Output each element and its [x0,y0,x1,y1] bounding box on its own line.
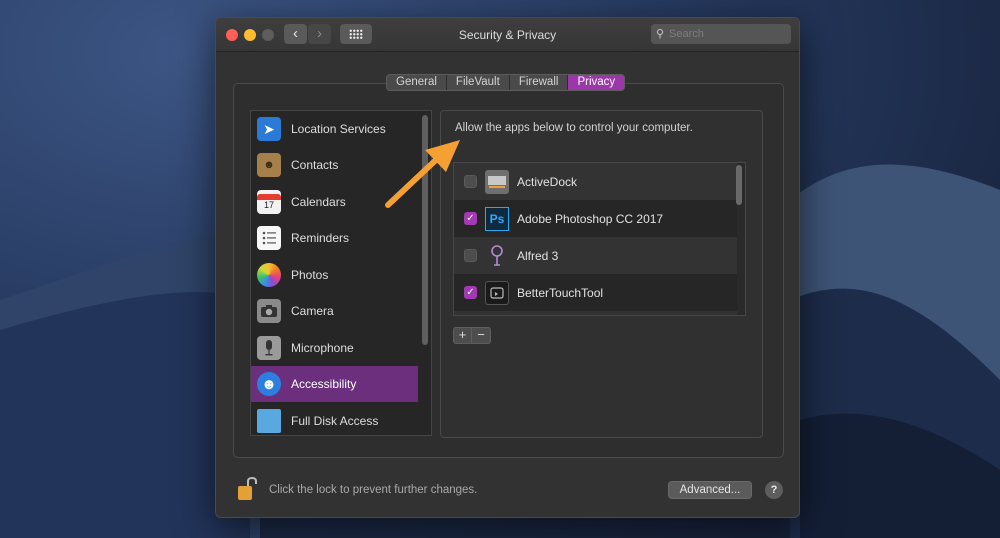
advanced-button[interactable]: Advanced... [668,481,752,499]
app-row-activedock[interactable]: ActiveDock [454,163,737,200]
sidebar-item-microphone[interactable]: Microphone [251,330,418,366]
sidebar-item-contacts[interactable]: ☻ Contacts [251,147,418,183]
tab-firewall[interactable]: Firewall [510,75,569,90]
contacts-book-icon: ☻ [257,153,281,177]
tab-bar: General FileVault Firewall Privacy [386,74,626,91]
sidebar-item-camera[interactable]: Camera [251,293,418,329]
folder-icon [257,409,281,433]
photoshop-icon: Ps [485,206,509,231]
sidebar-item-label: Full Disk Access [291,414,379,428]
app-row-bettertouchtool[interactable]: ✓ BetterTouchTool [454,274,737,311]
title-bar: ‹ › Security & Privacy ⚲ [216,18,799,52]
sidebar-item-label: Contacts [291,158,339,172]
tab-filevault[interactable]: FileVault [447,75,510,90]
microphone-icon [257,336,281,360]
panel-description: Allow the apps below to control your com… [455,122,693,134]
alfred-icon [485,244,509,268]
lock-message: Click the lock to prevent further change… [269,484,478,496]
privacy-category-list: ➤ Location Services ☻ Contacts 17 Calend… [250,110,432,436]
unlocked-padlock-icon[interactable] [236,474,258,502]
app-label: BetterTouchTool [517,285,604,300]
accessibility-icon: ☻ [257,372,281,396]
app-checkbox[interactable] [464,249,477,262]
app-row-alfred[interactable]: Alfred 3 [454,237,737,274]
sidebar-item-full-disk-access[interactable]: Full Disk Access [251,403,418,435]
sidebar-item-label: Reminders [291,231,350,245]
app-list-scrollbar[interactable] [736,165,742,205]
app-checkbox[interactable]: ✓ [464,212,477,225]
security-privacy-window: ‹ › Security & Privacy ⚲ General FileVau… [215,17,800,518]
sidebar-item-label: Calendars [291,195,346,209]
location-arrow-icon: ➤ [257,117,281,141]
activedock-icon [485,169,509,194]
app-label: Alfred 3 [517,248,559,263]
tab-privacy[interactable]: Privacy [568,75,625,90]
sidebar-item-label: Microphone [291,341,354,355]
sidebar-item-label: Camera [291,304,334,318]
reminders-list-icon [257,226,281,250]
sidebar-item-reminders[interactable]: Reminders [251,220,418,256]
camera-icon [257,299,281,323]
app-label: ActiveDock [517,174,578,189]
sidebar-item-label: Photos [291,268,329,282]
sidebar-item-location-services[interactable]: ➤ Location Services [251,111,418,147]
search-field[interactable]: ⚲ [651,24,791,44]
app-row-photoshop[interactable]: ✓ Ps Adobe Photoshop CC 2017 [454,200,737,237]
sidebar-item-label: Accessibility [291,377,357,391]
calendar-icon: 17 [257,190,281,214]
help-button[interactable]: ? [765,481,783,499]
sidebar-item-label: Location Services [291,122,386,136]
bettertouchtool-icon [485,280,509,305]
sidebar-item-calendars[interactable]: 17 Calendars [251,184,418,220]
sidebar-item-photos[interactable]: Photos [251,257,418,293]
app-label: Adobe Photoshop CC 2017 [517,211,664,226]
remove-app-button[interactable]: − [472,327,491,344]
app-checkbox[interactable]: ✓ [464,286,477,299]
search-icon: ⚲ [656,28,665,40]
photos-flower-icon [257,263,281,287]
app-list: ActiveDock ✓ Ps Adobe Photoshop CC 2017 … [453,162,746,316]
app-row-partial[interactable] [454,311,737,315]
app-checkbox[interactable] [464,175,477,188]
add-app-button[interactable]: + [453,327,472,344]
search-input[interactable] [669,26,785,42]
tab-general[interactable]: General [387,75,447,90]
sidebar-scrollbar[interactable] [422,115,428,345]
sidebar-item-accessibility[interactable]: ☻ Accessibility [251,366,418,402]
